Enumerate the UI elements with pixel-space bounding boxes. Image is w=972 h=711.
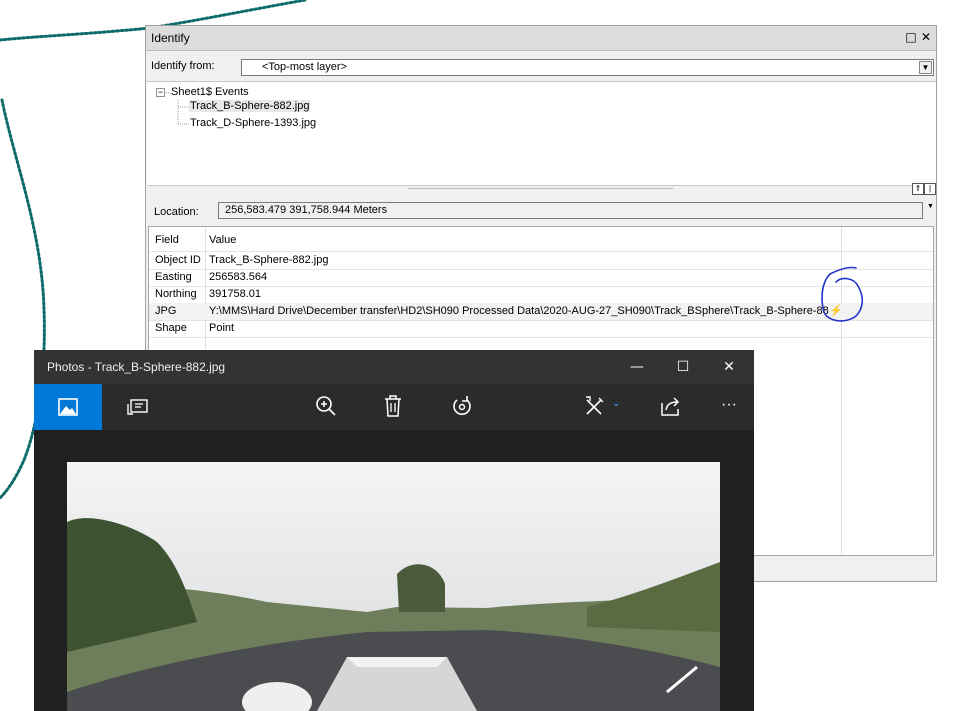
more-icon: ···	[721, 396, 737, 413]
image-icon	[58, 398, 78, 416]
row-value: Y:\MMS\Hard Drive\December transfer\HD2\…	[209, 305, 829, 317]
delete-icon	[385, 395, 401, 417]
slideshow-icon	[127, 399, 148, 415]
header-value: Value	[209, 234, 237, 246]
close-icon[interactable]: ✕	[920, 30, 932, 44]
identify-from-value: <Top-most layer>	[262, 61, 347, 73]
identify-from-label: Identify from:	[151, 60, 215, 72]
minimize-icon[interactable]: —	[622, 356, 652, 378]
chevron-down-icon[interactable]: ▼	[919, 61, 932, 74]
edit-icon	[586, 396, 604, 415]
results-tree: − Sheet1$ Events Track_B-Sphere-882.jpg …	[147, 81, 936, 186]
identify-from-dropdown[interactable]: <Top-most layer> ▼	[241, 59, 934, 76]
row-value: Track_B-Sphere-882.jpg	[209, 254, 329, 266]
panel-toggle-icon[interactable]: |	[924, 183, 936, 195]
photos-title-bar: Photos - Track_B-Sphere-882.jpg — ☐ ✕	[34, 350, 754, 384]
share-button[interactable]	[648, 384, 694, 430]
row-field: JPG	[155, 305, 177, 317]
maximize-icon[interactable]: ☐	[668, 356, 698, 378]
annotation-circle	[821, 266, 864, 322]
grid-header-row: Field Value	[149, 229, 933, 252]
more-button[interactable]: ···	[708, 384, 754, 430]
header-field: Field	[155, 234, 179, 246]
row-field: Shape	[155, 322, 187, 334]
row-field: Northing	[155, 288, 197, 300]
location-field: 256,583.479 391,758.944 Meters	[218, 202, 923, 219]
photos-title: Photos - Track_B-Sphere-882.jpg	[47, 360, 226, 374]
share-icon	[661, 397, 680, 416]
row-value: 391758.01	[209, 288, 261, 300]
location-label: Location:	[154, 206, 199, 218]
identify-title: Identify	[151, 31, 190, 45]
street-view-photo[interactable]	[67, 462, 720, 711]
delete-button[interactable]	[370, 384, 416, 430]
photos-window: Photos - Track_B-Sphere-882.jpg — ☐ ✕ ⌄ …	[34, 350, 754, 711]
tree-root-label[interactable]: Sheet1$ Events	[171, 86, 249, 98]
photo-content	[67, 462, 720, 711]
slideshow-button[interactable]	[114, 384, 160, 430]
tree-item[interactable]: Track_D-Sphere-1393.jpg	[190, 117, 316, 129]
identify-title-bar: Identify □ ✕	[146, 26, 936, 51]
image-view-button[interactable]	[34, 384, 102, 430]
rotate-icon	[453, 396, 471, 415]
edit-button[interactable]: ⌄	[574, 384, 628, 430]
close-icon[interactable]: ✕	[714, 356, 744, 378]
row-value: Point	[209, 322, 235, 334]
tree-item-selected[interactable]: Track_B-Sphere-882.jpg	[189, 100, 311, 112]
rotate-button[interactable]	[438, 384, 484, 430]
row-value: 256583.564	[209, 271, 268, 283]
zoom-in-button[interactable]	[302, 384, 348, 430]
row-field: Object ID	[155, 254, 201, 266]
photos-toolbar: ⌄ ···	[34, 384, 754, 430]
location-value: 256,583.479 391,758.944 Meters	[225, 204, 388, 216]
location-units-dropdown-icon[interactable]: ▼	[927, 203, 934, 210]
photo-canvas	[34, 430, 754, 711]
zoom-in-icon	[316, 396, 336, 416]
maximize-icon[interactable]: □	[905, 30, 917, 44]
collapse-up-icon[interactable]: ⇑	[912, 183, 924, 195]
splitter-grip[interactable]	[408, 188, 673, 189]
chevron-down-icon[interactable]: ⌄	[612, 398, 620, 409]
row-field: Easting	[155, 271, 192, 283]
